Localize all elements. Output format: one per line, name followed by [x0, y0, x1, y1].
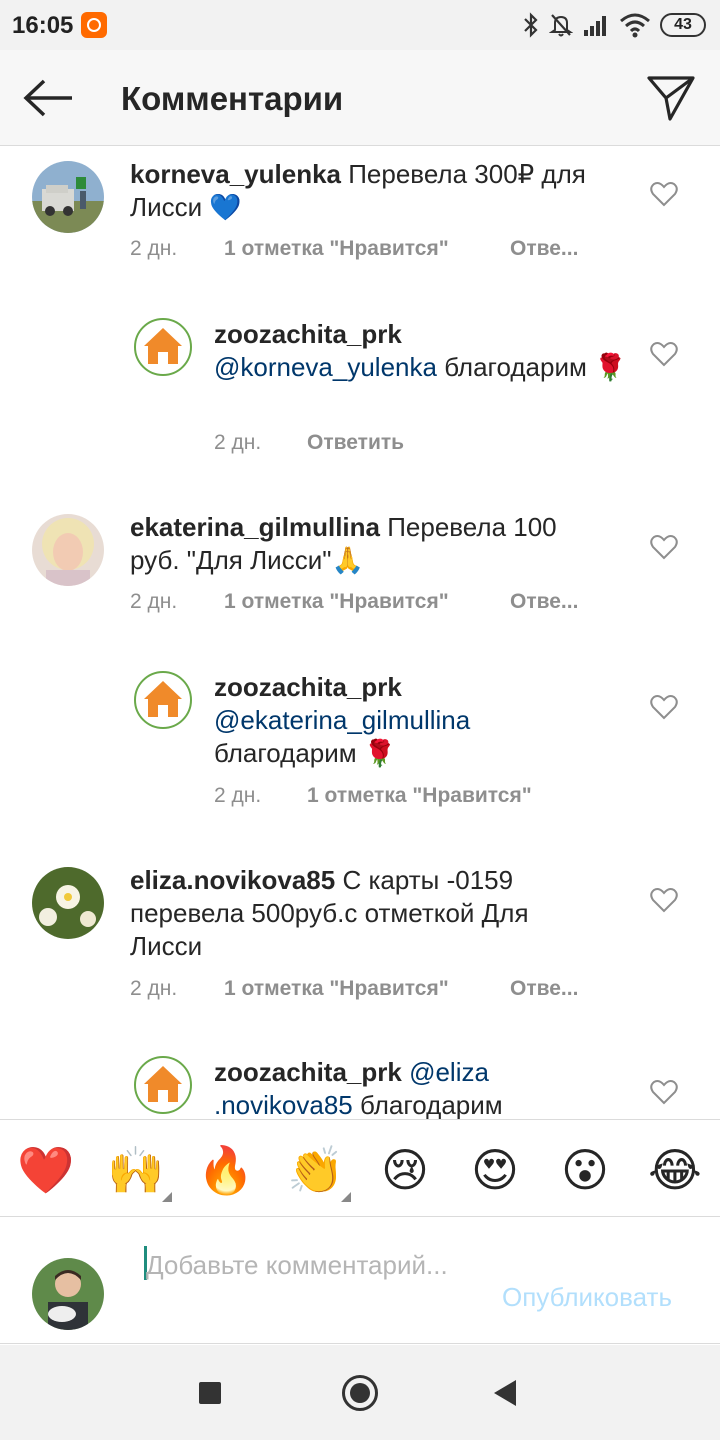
avatar[interactable]: [32, 161, 104, 233]
skin-tone-indicator-icon: [162, 1192, 172, 1202]
reply-button[interactable]: Отве...: [510, 237, 578, 267]
comment-composer: Добавьте комментарий... Опубликовать: [0, 1218, 720, 1344]
comments-list[interactable]: korneva_yulenka Перевела 300₽ для Лисси …: [0, 147, 720, 1119]
comment-username[interactable]: eliza.novikova85: [130, 865, 335, 895]
wifi-icon: [620, 13, 650, 38]
comment-text: zoozachita_prk @korneva_yulenka благодари…: [214, 318, 634, 384]
comment-time: 2 дн.: [130, 977, 178, 1000]
comment-body: благодарим 🌹: [436, 352, 627, 382]
publish-button[interactable]: Опубликовать: [502, 1282, 672, 1313]
mention-link[interactable]: @ekaterina_gilmullina: [214, 705, 470, 735]
comment-time: 2 дн.: [214, 431, 262, 454]
heart-emoji-button[interactable]: ❤️: [17, 1142, 74, 1198]
status-bar: 16:05 43: [0, 0, 720, 50]
clapping-emoji-button[interactable]: 👏: [287, 1142, 344, 1198]
comment-username[interactable]: ekaterina_gilmullina: [130, 512, 380, 542]
mi-app-icon: [81, 12, 107, 38]
comment-time: 2 дн.: [130, 590, 178, 613]
comment-body: благодарим 🌹: [214, 738, 397, 768]
back-arrow-icon[interactable]: [22, 78, 74, 118]
surprised-emoji-button[interactable]: 😮: [557, 1142, 613, 1198]
avatar[interactable]: [32, 514, 104, 586]
battery-indicator: 43: [660, 13, 706, 37]
comment-username[interactable]: zoozachita_prk: [214, 672, 402, 702]
heart-eyes-emoji-button[interactable]: 😍: [467, 1142, 523, 1198]
likes-count[interactable]: 1 отметка "Нравится": [307, 784, 532, 807]
crying-emoji-button[interactable]: 😢: [377, 1142, 433, 1198]
comment-likes[interactable]: 1 отметка "Нравится": [224, 977, 449, 1007]
bluetooth-icon: [524, 12, 538, 38]
likes-count[interactable]: 1 отметка "Нравится": [224, 237, 449, 260]
system-back-button[interactable]: [494, 1380, 516, 1406]
avatar[interactable]: [134, 671, 192, 729]
comment-text: ekaterina_gilmullina Перевела 100 руб. "…: [130, 511, 610, 577]
avatar[interactable]: [134, 318, 192, 376]
recent-apps-button[interactable]: [199, 1382, 221, 1404]
comment-username[interactable]: korneva_yulenka: [130, 159, 341, 189]
system-nav-bar: [0, 1345, 720, 1440]
like-heart-icon[interactable]: [650, 181, 678, 207]
like-heart-icon[interactable]: [650, 341, 678, 367]
comment-input[interactable]: Добавьте комментарий...: [146, 1248, 486, 1282]
reply-button[interactable]: Отве...: [510, 977, 578, 1007]
raised-hands-emoji-button[interactable]: 🙌: [107, 1142, 164, 1198]
reply-label[interactable]: Отве...: [510, 590, 578, 613]
direct-send-icon[interactable]: [646, 74, 696, 122]
comment-meta: 2 дн.: [130, 237, 177, 267]
reply-button[interactable]: Отве...: [510, 590, 578, 620]
mute-bell-icon: [549, 14, 573, 37]
reply-label[interactable]: Отве...: [510, 237, 578, 260]
reply-button[interactable]: Ответить: [307, 431, 404, 461]
skin-tone-indicator-icon: [341, 1192, 351, 1202]
quick-reactions-bar: ❤️ 🙌 🔥 👏 😢 😍 😮 😂: [0, 1119, 720, 1217]
home-button[interactable]: [342, 1375, 378, 1411]
avatar[interactable]: [134, 1056, 192, 1114]
comment-likes[interactable]: 1 отметка "Нравится": [307, 784, 532, 814]
current-user-avatar: [32, 1258, 104, 1330]
fire-emoji-button[interactable]: 🔥: [197, 1142, 254, 1198]
comment-username[interactable]: zoozachita_prk: [214, 319, 402, 349]
like-heart-icon[interactable]: [650, 887, 678, 913]
laughing-emoji-button[interactable]: 😂: [647, 1142, 703, 1198]
avatar[interactable]: [32, 867, 104, 939]
app-bar: Комментарии: [0, 50, 720, 146]
reply-label[interactable]: Отве...: [510, 977, 578, 1000]
reply-label[interactable]: Ответить: [307, 431, 404, 454]
comment-time: 2 дн.: [214, 784, 262, 807]
like-heart-icon[interactable]: [650, 534, 678, 560]
comment-text: zoozachita_prk @eliza .novikova85 благод…: [214, 1056, 534, 1119]
likes-count[interactable]: 1 отметка "Нравится": [224, 977, 449, 1000]
signal-icon: [584, 16, 606, 36]
mention-link[interactable]: @korneva_yulenka: [214, 352, 437, 382]
like-heart-icon[interactable]: [650, 1079, 678, 1105]
comment-likes[interactable]: 1 отметка "Нравится": [224, 590, 449, 620]
comment-time: 2 дн.: [130, 237, 178, 260]
comment-likes[interactable]: 1 отметка "Нравится": [224, 237, 449, 267]
comment-text: zoozachita_prk @ekaterina_gilmullina бла…: [214, 671, 584, 770]
status-time: 16:05: [12, 12, 74, 39]
likes-count[interactable]: 1 отметка "Нравится": [224, 590, 449, 613]
comment-text: korneva_yulenka Перевела 300₽ для Лисси …: [130, 158, 610, 224]
comment-body: благодарим: [352, 1090, 503, 1119]
page-title: Комментарии: [121, 80, 344, 117]
comment-text: eliza.novikova85 С карты -0159 перевела …: [130, 864, 600, 963]
like-heart-icon[interactable]: [650, 694, 678, 720]
comment-username[interactable]: zoozachita_prk: [214, 1057, 402, 1087]
